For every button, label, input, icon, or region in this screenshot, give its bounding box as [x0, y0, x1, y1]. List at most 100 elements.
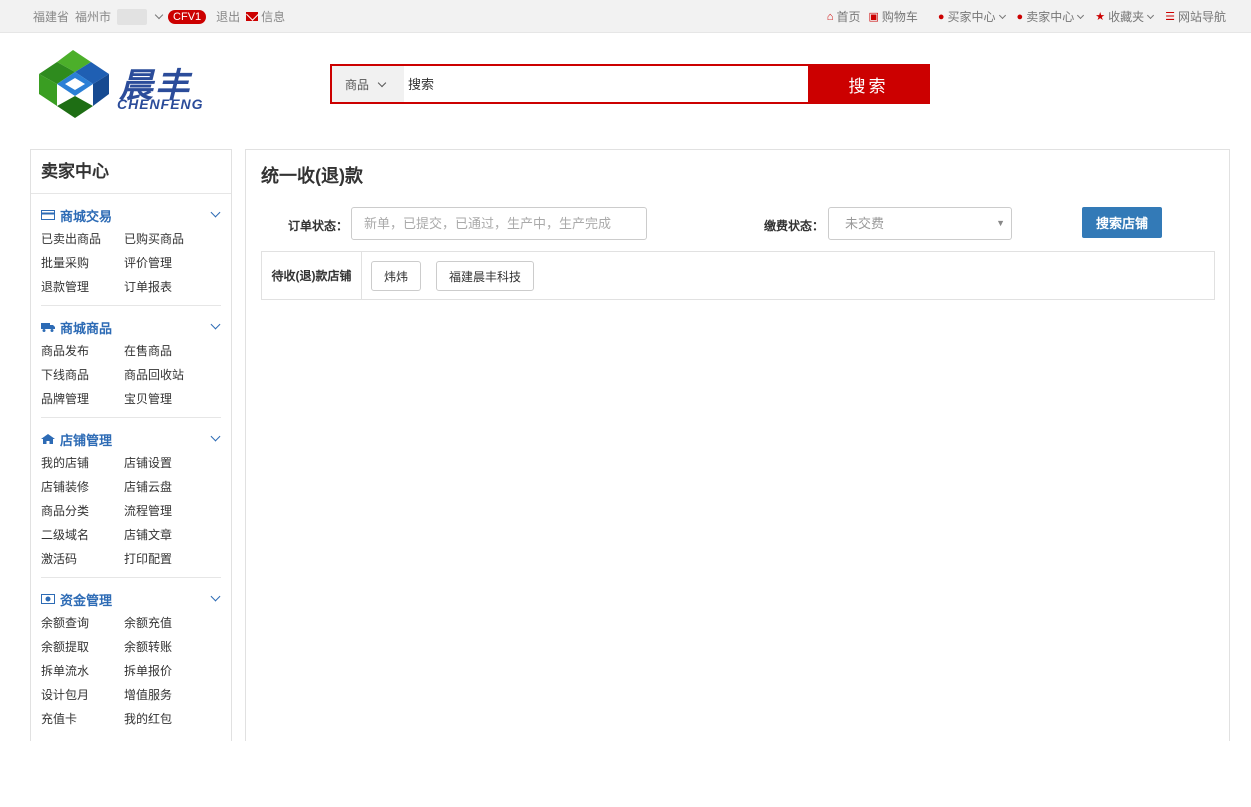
sidebar-section-title: 资金管理	[60, 592, 113, 608]
sidebar-section-header[interactable]: 资金管理	[41, 591, 221, 608]
sidebar-link[interactable]: 商品回收站	[124, 363, 207, 387]
mail-icon	[246, 12, 259, 21]
sidebar-section-header[interactable]: 商城商品	[41, 319, 221, 336]
sidebar-link[interactable]: 品牌管理	[41, 387, 124, 411]
sidebar-link[interactable]: 店铺文章	[124, 523, 207, 547]
seller-sidebar: 卖家中心 商城交易 已卖出商品 已购买商品 批量采购 评价管理 退款管理 订单报…	[30, 149, 232, 741]
truck-icon	[41, 323, 55, 332]
sidebar-link[interactable]: 余额查询	[41, 611, 124, 635]
logout-link[interactable]: 退出	[216, 8, 240, 25]
sidebar-link[interactable]: 批量采购	[41, 251, 124, 275]
top-nav-label: 购物车	[881, 10, 918, 24]
sidebar-link[interactable]: 余额转账	[124, 635, 207, 659]
sidebar-link[interactable]: 在售商品	[124, 339, 207, 363]
payment-status-label: 缴费状态：	[764, 219, 825, 233]
top-nav-cart[interactable]: ▣ 购物车	[868, 8, 917, 25]
top-nav-home[interactable]: ⌂ 首页	[827, 8, 861, 25]
search-category-label: 商品	[344, 77, 369, 92]
chevron-down-icon	[377, 78, 387, 87]
sidebar-link[interactable]: 激活码	[41, 547, 124, 571]
cart-icon: ▣	[868, 11, 879, 23]
username-blurred[interactable]	[117, 8, 148, 25]
search-button[interactable]: 搜索	[808, 66, 929, 102]
user-icon: ●	[937, 10, 945, 23]
sidebar-section-title: 商城商品	[60, 320, 113, 336]
user-icon: ●	[1016, 10, 1024, 23]
chevron-down-icon	[210, 591, 221, 602]
caret-down-icon: ▼	[996, 218, 1005, 228]
sidebar-section-title: 店铺管理	[60, 432, 113, 448]
top-nav-label: 收藏夹	[1108, 10, 1145, 24]
payment-status-select[interactable]: 未交费 ▼	[828, 207, 1012, 240]
order-status-field[interactable]: 新单，已提交，已通过，生产中，生产完成	[351, 207, 647, 240]
sidebar-section-header[interactable]: 商城交易	[41, 207, 221, 224]
star-icon: ★	[1095, 11, 1106, 23]
sidebar-link[interactable]: 已购买商品	[124, 227, 207, 251]
sidebar-link[interactable]: 充值卡	[41, 707, 124, 731]
sidebar-divider	[41, 577, 221, 578]
search-store-button[interactable]: 搜索店铺	[1082, 207, 1162, 238]
logo-mark-icon	[39, 50, 109, 118]
site-logo[interactable]: 晨丰 CHENFENG	[31, 46, 231, 122]
sidebar-link[interactable]: 余额提取	[41, 635, 124, 659]
sidebar-divider	[41, 417, 221, 418]
sidebar-link[interactable]: 我的红包	[124, 707, 207, 731]
search-category-select[interactable]: 商品	[332, 66, 404, 102]
sidebar-link[interactable]: 订单报表	[124, 275, 207, 299]
sidebar-link[interactable]: 流程管理	[124, 499, 207, 523]
sidebar-link[interactable]: 店铺云盘	[124, 475, 207, 499]
chevron-down-icon	[1077, 11, 1085, 19]
store-button[interactable]: 福建晨丰科技	[436, 261, 534, 291]
vip-badge: CFV1	[168, 9, 207, 24]
sidebar-link[interactable]: 拆单流水	[41, 659, 124, 683]
top-nav-seller-center[interactable]: ● 卖家中心	[1016, 8, 1085, 25]
top-bar: 福建省 福州市 CFV1 退出 信息 ⌂ 首页 ▣ 购物车 ● 买家中心 ● 卖…	[0, 0, 1251, 33]
sidebar-link[interactable]: 设计包月	[41, 683, 124, 707]
sidebar-link[interactable]: 退款管理	[41, 275, 124, 299]
chevron-down-icon	[210, 319, 221, 330]
home-icon: ⌂	[826, 10, 834, 23]
pending-stores-row: 待收(退)款店铺 炜炜 福建晨丰科技	[261, 251, 1215, 300]
home-icon	[41, 434, 55, 444]
sidebar-link[interactable]: 商品分类	[41, 499, 124, 523]
sidebar-section-title: 商城交易	[60, 208, 113, 224]
payment-status-value: 未交费	[845, 216, 885, 231]
chevron-down-icon	[1147, 11, 1155, 19]
store-button[interactable]: 炜炜	[371, 261, 421, 291]
sidebar-link[interactable]: 增值服务	[124, 683, 207, 707]
chevron-down-icon[interactable]	[154, 10, 164, 20]
sidebar-link[interactable]: 打印配置	[124, 547, 207, 571]
sidebar-link[interactable]: 已卖出商品	[41, 227, 124, 251]
sidebar-link[interactable]: 商品发布	[41, 339, 124, 363]
main-panel: 统一收(退)款 订单状态： 新单，已提交，已通过，生产中，生产完成 缴费状态： …	[245, 149, 1230, 741]
pending-stores-label: 待收(退)款店铺	[262, 252, 362, 299]
search-input[interactable]	[404, 66, 808, 102]
top-nav-site-map[interactable]: ☰ 网站导航	[1165, 8, 1226, 25]
page-title: 统一收(退)款	[261, 166, 363, 186]
sidebar-link[interactable]: 评价管理	[124, 251, 207, 275]
top-nav-favorites[interactable]: ★ 收藏夹	[1095, 8, 1155, 25]
province-label: 福建省	[33, 10, 70, 24]
sidebar-link[interactable]: 店铺装修	[41, 475, 124, 499]
sidebar-link[interactable]: 店铺设置	[124, 451, 207, 475]
top-nav-label: 网站导航	[1177, 10, 1226, 24]
sidebar-section-header[interactable]: 店铺管理	[41, 431, 221, 448]
sidebar-link[interactable]: 我的店铺	[41, 451, 124, 475]
top-nav-label: 首页	[836, 10, 861, 24]
sidebar-link[interactable]: 拆单报价	[124, 659, 207, 683]
sidebar-link[interactable]: 二级域名	[41, 523, 124, 547]
top-bar-left: 福建省 福州市 CFV1 退出 信息	[33, 0, 291, 33]
card-icon	[41, 210, 55, 220]
top-nav: ⌂ 首页 ▣ 购物车 ● 买家中心 ● 卖家中心 ★ 收藏夹 ☰ 网站导航	[815, 0, 1226, 33]
money-icon	[41, 594, 55, 604]
sidebar-link[interactable]: 余额充值	[124, 611, 207, 635]
sidebar-divider	[41, 305, 221, 306]
search-bar: 商品 搜索	[330, 64, 930, 104]
messages-link[interactable]: 信息	[261, 8, 285, 25]
sidebar-link[interactable]: 宝贝管理	[124, 387, 207, 411]
top-nav-label: 卖家中心	[1026, 10, 1075, 24]
sidebar-link[interactable]: 下线商品	[41, 363, 124, 387]
top-nav-label: 买家中心	[947, 10, 996, 24]
top-nav-buyer-center[interactable]: ● 买家中心	[937, 8, 1006, 25]
chevron-down-icon	[210, 431, 221, 442]
